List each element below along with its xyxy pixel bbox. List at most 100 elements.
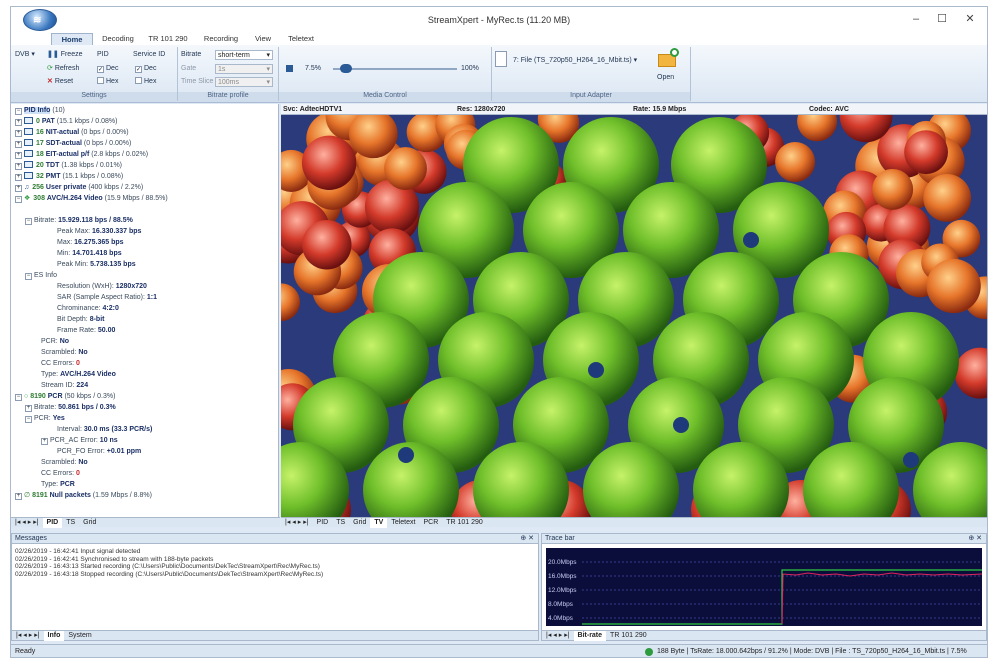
vtab-pcr[interactable]: PCR [419,518,442,528]
background-apple [904,130,948,175]
pcr-ac-node[interactable]: + PCR_AC Error: 10 ns [41,435,118,446]
reset-x-icon: ✕ [47,78,53,85]
maximize-button[interactable]: ☐ [929,11,955,27]
status-bar: Ready 188 Byte | TsRate: 18.000.642bps /… [11,644,987,657]
pcr-bitrate-node[interactable]: + Bitrate: 50.861 bps / 0.3% [25,402,116,413]
res-field: Res: 1280x720 [457,106,506,113]
pid-8191-node[interactable]: + ∅ 8191 Null packets (1.59 Mbps / 8.8%) [15,490,152,501]
divider [690,47,691,101]
bitrate-node[interactable]: − Bitrate: 15.929.118 bps / 88.5% [25,215,133,226]
pid-hex-checkbox[interactable]: Hex [97,76,118,87]
close-button[interactable]: ✕ [957,11,983,27]
nav-arrows[interactable]: |◂ ◂ ▸ ▸| [281,518,313,528]
sid-hex-checkbox[interactable]: Hex [135,76,156,87]
input-file-dropdown[interactable]: 7: File (TS_720p50_H264_16_Mbit.ts) ▾ [513,55,637,66]
tab-teletext[interactable]: Teletext [281,33,321,45]
table-icon [24,150,33,157]
tab-bitrate[interactable]: Bit-rate [573,631,607,641]
pid-row[interactable]: +16 NIT-actual (0 bps / 0.00%) [15,127,129,138]
min-row: Min: 14.701.418 bps [57,250,122,257]
tab-system[interactable]: System [64,631,95,641]
window-title: StreamXpert - MyRec.ts (11.20 MB) [427,15,571,25]
apple-sticker [743,232,759,248]
vtab-pid[interactable]: PID [313,518,333,528]
group-settings-label: Settings [11,92,177,102]
background-apple [923,174,972,222]
apple-sticker [398,447,414,463]
time-slice-label: Time Slice [181,78,214,85]
y-tick-label: 12.0Mbps [548,587,577,594]
status-ready: Ready [15,648,36,655]
nav-arrows[interactable]: |◂ ◂ ▸ ▸| [11,518,43,528]
tab-ts[interactable]: TS [62,518,79,528]
pid-8190-node[interactable]: − ○ 8190 PCR (50 kbps / 0.3%) [15,391,115,402]
pause-icon: ❚❚ [47,51,59,58]
file-icon [495,51,507,67]
video-pane-tabs: |◂ ◂ ▸ ▸| PID TS Grid TV Teletext PCR TR 101 29… [281,517,987,528]
svc-field: Svc: AdtecHDTV1 [283,106,343,113]
media-slider-thumb[interactable] [339,64,352,73]
tree-root[interactable]: − PID Info (10) [15,105,65,116]
tab-tr101290-trace[interactable]: TR 101 290 [606,631,651,641]
pane-pin-close-icons[interactable]: ⊕ ✕ [968,534,986,544]
pid-row[interactable]: +20 TDT (1.38 kbps / 0.01%) [15,160,122,171]
pid-dec-checkbox[interactable]: ✓ Dec [97,63,118,74]
status-details: 188 Byte | TsRate: 18.000.642bps / 91.2%… [657,648,967,655]
nav-arrows[interactable]: |◂ ◂ ▸ ▸| [12,631,44,641]
tab-view[interactable]: View [249,33,277,45]
time-slice-select[interactable]: 100ms ▾ [215,77,273,87]
table-icon [24,117,33,124]
frame-rate-row: Frame Rate: 50.00 [57,327,116,334]
vtab-grid[interactable]: Grid [349,518,370,528]
sid-dec-checkbox[interactable]: ✓ Dec [135,63,156,74]
tab-pid[interactable]: PID [42,518,63,528]
tab-recording[interactable]: Recording [197,33,245,45]
gate-label: Gate [181,65,197,72]
pcr-yes-node[interactable]: − PCR: Yes [25,413,65,424]
tab-home[interactable]: Home [51,33,93,45]
pid-row[interactable]: +32 PMT (15.1 kbps / 0.08%) [15,171,123,182]
type-row: Type: AVC/H.264 Video [41,371,116,378]
pane-pin-close-icons[interactable]: ⊕ ✕ [520,534,538,544]
pid-row[interactable]: + ♫ 256 User private (400 kbps / 2.2%) [15,182,143,193]
pid-row[interactable]: − ❖ 308 AVC/H.264 Video (15.9 Mbps / 88.5%… [15,193,168,204]
nav-arrows[interactable]: |◂ ◂ ▸ ▸| [542,631,574,641]
open-button[interactable]: Open [657,72,674,83]
apple-sticker [588,362,604,378]
tab-decoding[interactable]: Decoding [95,33,141,45]
gate-select[interactable]: 1s ▾ [215,64,273,74]
bitrate-label: Bitrate [181,51,202,58]
apple-sticker [673,417,689,433]
chroma-row: Chrominance: 4:2:0 [57,305,119,312]
pcr-type-row: Type: PCR [41,481,75,488]
background-apple [872,168,914,210]
y-tick-label: 16.0Mbps [548,573,577,580]
pid-row[interactable]: +17 SDT-actual (0 bps / 0.00%) [15,138,131,149]
vtab-ts[interactable]: TS [332,518,349,528]
bitrate-select[interactable]: short-term ▾ [215,50,273,60]
ribbon: DVB ▾ ❚❚ Freeze ⟳ Refresh ✕ Reset PID ✓ D… [11,45,987,103]
music-note-icon: ♫ [24,184,30,191]
stop-icon[interactable] [286,65,293,72]
messages-header: Messages ⊕ ✕ [12,534,538,544]
vtab-tv[interactable]: TV [370,518,388,528]
es-info-node[interactable]: − ES Info [25,270,57,281]
vtab-tr101290[interactable]: TR 101 290 [442,518,487,528]
refresh-button[interactable]: ⟳ Refresh [47,63,79,74]
stream-id-row: Stream ID: 224 [41,382,89,389]
vtab-teletext[interactable]: Teletext [387,518,419,528]
minimize-button[interactable]: – [903,11,929,27]
background-apple [302,220,352,270]
pid-row[interactable]: +0 PAT (15.1 kbps / 0.08%) [15,116,117,127]
pid-row[interactable]: +18 EIT-actual p/f (2.8 kbps / 0.02%) [15,149,148,160]
group-input-label: Input Adapter [492,92,690,102]
reset-button[interactable]: ✕ Reset [47,76,73,87]
tab-grid[interactable]: Grid [79,518,100,528]
title-bar: ≋ StreamXpert - MyRec.ts (11.20 MB) – ☐ … [11,7,987,33]
freeze-button[interactable]: ❚❚ Freeze [47,49,82,60]
tab-tr101290[interactable]: TR 101 290 [143,33,193,45]
tab-info[interactable]: Info [43,631,65,641]
ribbon-tabs: Home Decoding TR 101 290 Recording View … [11,33,987,45]
dvb-dropdown[interactable]: DVB ▾ [15,49,35,60]
app-window: ≋ StreamXpert - MyRec.ts (11.20 MB) – ☐ … [10,6,988,658]
